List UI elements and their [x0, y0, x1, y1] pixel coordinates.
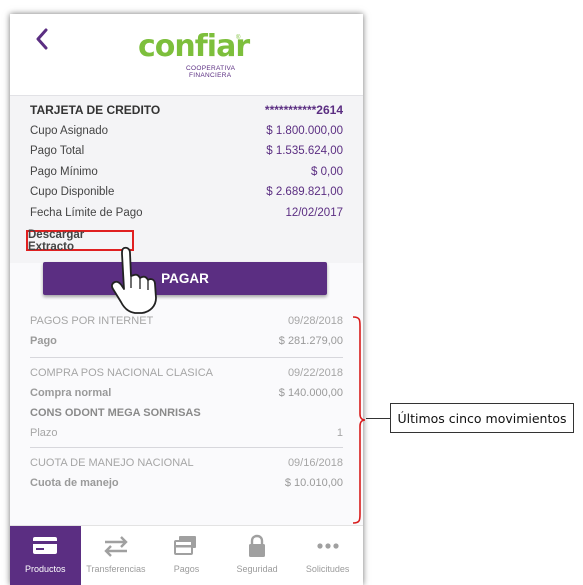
logo-sub-line2: FINANCIERA — [189, 72, 232, 79]
pay-button[interactable]: PAGAR — [43, 262, 327, 295]
tab-solicitudes[interactable]: Solicitudes — [292, 526, 363, 585]
detail-value: $ 1.535.624,00 — [266, 145, 343, 158]
detail-value: $ 0,00 — [311, 165, 343, 178]
movement-amount: $ 281.279,00 — [278, 335, 343, 347]
chevron-left-icon — [36, 28, 48, 50]
detail-row: Pago Mínimo $ 0,00 — [30, 162, 343, 183]
tab-label: Solicitudes — [305, 564, 350, 574]
movement-detail: Compra normal — [30, 387, 112, 399]
movement-term-label: Plazo — [30, 427, 58, 439]
card-title: TARJETA DE CREDITO — [30, 103, 161, 118]
movement-detail-row: Pago $ 281.279,00 — [30, 331, 343, 351]
movement-amount: $ 10.010,00 — [284, 477, 343, 489]
movement-title: PAGOS POR INTERNET — [30, 315, 154, 327]
movement-detail: Pago — [30, 335, 57, 347]
annotation-callout: Últimos cinco movimientos — [390, 403, 574, 433]
logo-sub-line1: COOPERATIVA — [186, 65, 236, 72]
detail-row: Fecha Límite de Pago 12/02/2017 — [30, 203, 343, 224]
payment-icon — [174, 536, 197, 555]
phone-screen: confiar ® COOPERATIVA FINANCIERA TARJETA… — [10, 14, 363, 585]
movement-title-row[interactable]: CUOTA DE MANEJO NACIONAL 09/16/2018 — [30, 453, 343, 473]
movement-title: COMPRA POS NACIONAL CLASICA — [30, 367, 213, 379]
card-details: TARJETA DE CREDITO ***********2614 Cupo … — [30, 100, 343, 223]
movement-detail: Cuota de manejo — [30, 477, 119, 489]
movement-divider — [30, 447, 343, 448]
tab-pagos[interactable]: Pagos — [151, 526, 222, 585]
logo-subtitle: COOPERATIVA FINANCIERA — [186, 65, 235, 79]
lock-icon — [249, 534, 266, 557]
movement-date: 09/22/2018 — [287, 367, 343, 379]
card-icon — [33, 537, 58, 554]
more-dots-icon — [317, 543, 339, 549]
bottom-tab-bar: Productos Transferencias Pagos Seguridad — [10, 525, 363, 585]
tab-label: Seguridad — [236, 564, 278, 574]
header-divider — [10, 95, 363, 96]
movement-merchant: CONS ODONT MEGA SONRISAS — [30, 407, 201, 419]
logo-registered: ® — [236, 35, 241, 41]
tab-label: Transferencias — [86, 564, 146, 574]
tab-transferencias[interactable]: Transferencias — [81, 526, 152, 585]
movement-date: 09/28/2018 — [287, 315, 343, 327]
detail-label: Cupo Asignado — [30, 124, 109, 137]
movement-amount: $ 140.000,00 — [278, 387, 343, 399]
callout-connector — [366, 418, 390, 419]
detail-label: Pago Total — [30, 145, 85, 158]
movements-bracket — [352, 316, 366, 524]
detail-value: $ 1.800.000,00 — [266, 124, 343, 137]
transfer-arrows-icon — [104, 536, 128, 557]
tab-label: Productos — [25, 564, 66, 574]
movement-title: CUOTA DE MANEJO NACIONAL — [30, 457, 194, 469]
logo-word: confiar — [138, 29, 250, 64]
back-button[interactable] — [30, 24, 54, 54]
card-title-row: TARJETA DE CREDITO ***********2614 — [30, 100, 343, 121]
app-header: confiar ® COOPERATIVA FINANCIERA — [10, 14, 363, 95]
card-number: ***********2614 — [264, 103, 343, 118]
detail-label: Pago Mínimo — [30, 165, 98, 178]
movements-list: PAGOS POR INTERNET 09/28/2018 Pago $ 281… — [30, 311, 343, 493]
movement-title-row[interactable]: PAGOS POR INTERNET 09/28/2018 — [30, 311, 343, 331]
detail-row: Cupo Disponible $ 2.689.821,00 — [30, 182, 343, 203]
detail-row: Pago Total $ 1.535.624,00 — [30, 141, 343, 162]
movement-term-value: 1 — [336, 427, 343, 439]
confiar-logo: confiar ® COOPERATIVA FINANCIERA — [138, 29, 250, 80]
tab-label: Pagos — [173, 564, 200, 574]
movement-detail-row: Compra normal $ 140.000,00 — [30, 383, 343, 403]
movement-date: 09/16/2018 — [287, 457, 343, 469]
detail-value: 12/02/2017 — [285, 206, 343, 219]
movement-divider — [30, 357, 343, 358]
tab-seguridad[interactable]: Seguridad — [222, 526, 293, 585]
pointing-hand-icon — [111, 246, 157, 314]
movement-merchant-row: CONS ODONT MEGA SONRISAS — [30, 403, 343, 423]
detail-row: Cupo Asignado $ 1.800.000,00 — [30, 121, 343, 142]
detail-value: $ 2.689.821,00 — [266, 186, 343, 199]
detail-label: Fecha Límite de Pago — [30, 206, 143, 219]
movement-detail-row: Cuota de manejo $ 10.010,00 — [30, 473, 343, 493]
detail-label: Cupo Disponible — [30, 186, 115, 199]
movement-term-row: Plazo 1 — [30, 423, 343, 443]
movement-title-row[interactable]: COMPRA POS NACIONAL CLASICA 09/22/2018 — [30, 363, 343, 383]
tab-productos[interactable]: Productos — [10, 526, 81, 585]
